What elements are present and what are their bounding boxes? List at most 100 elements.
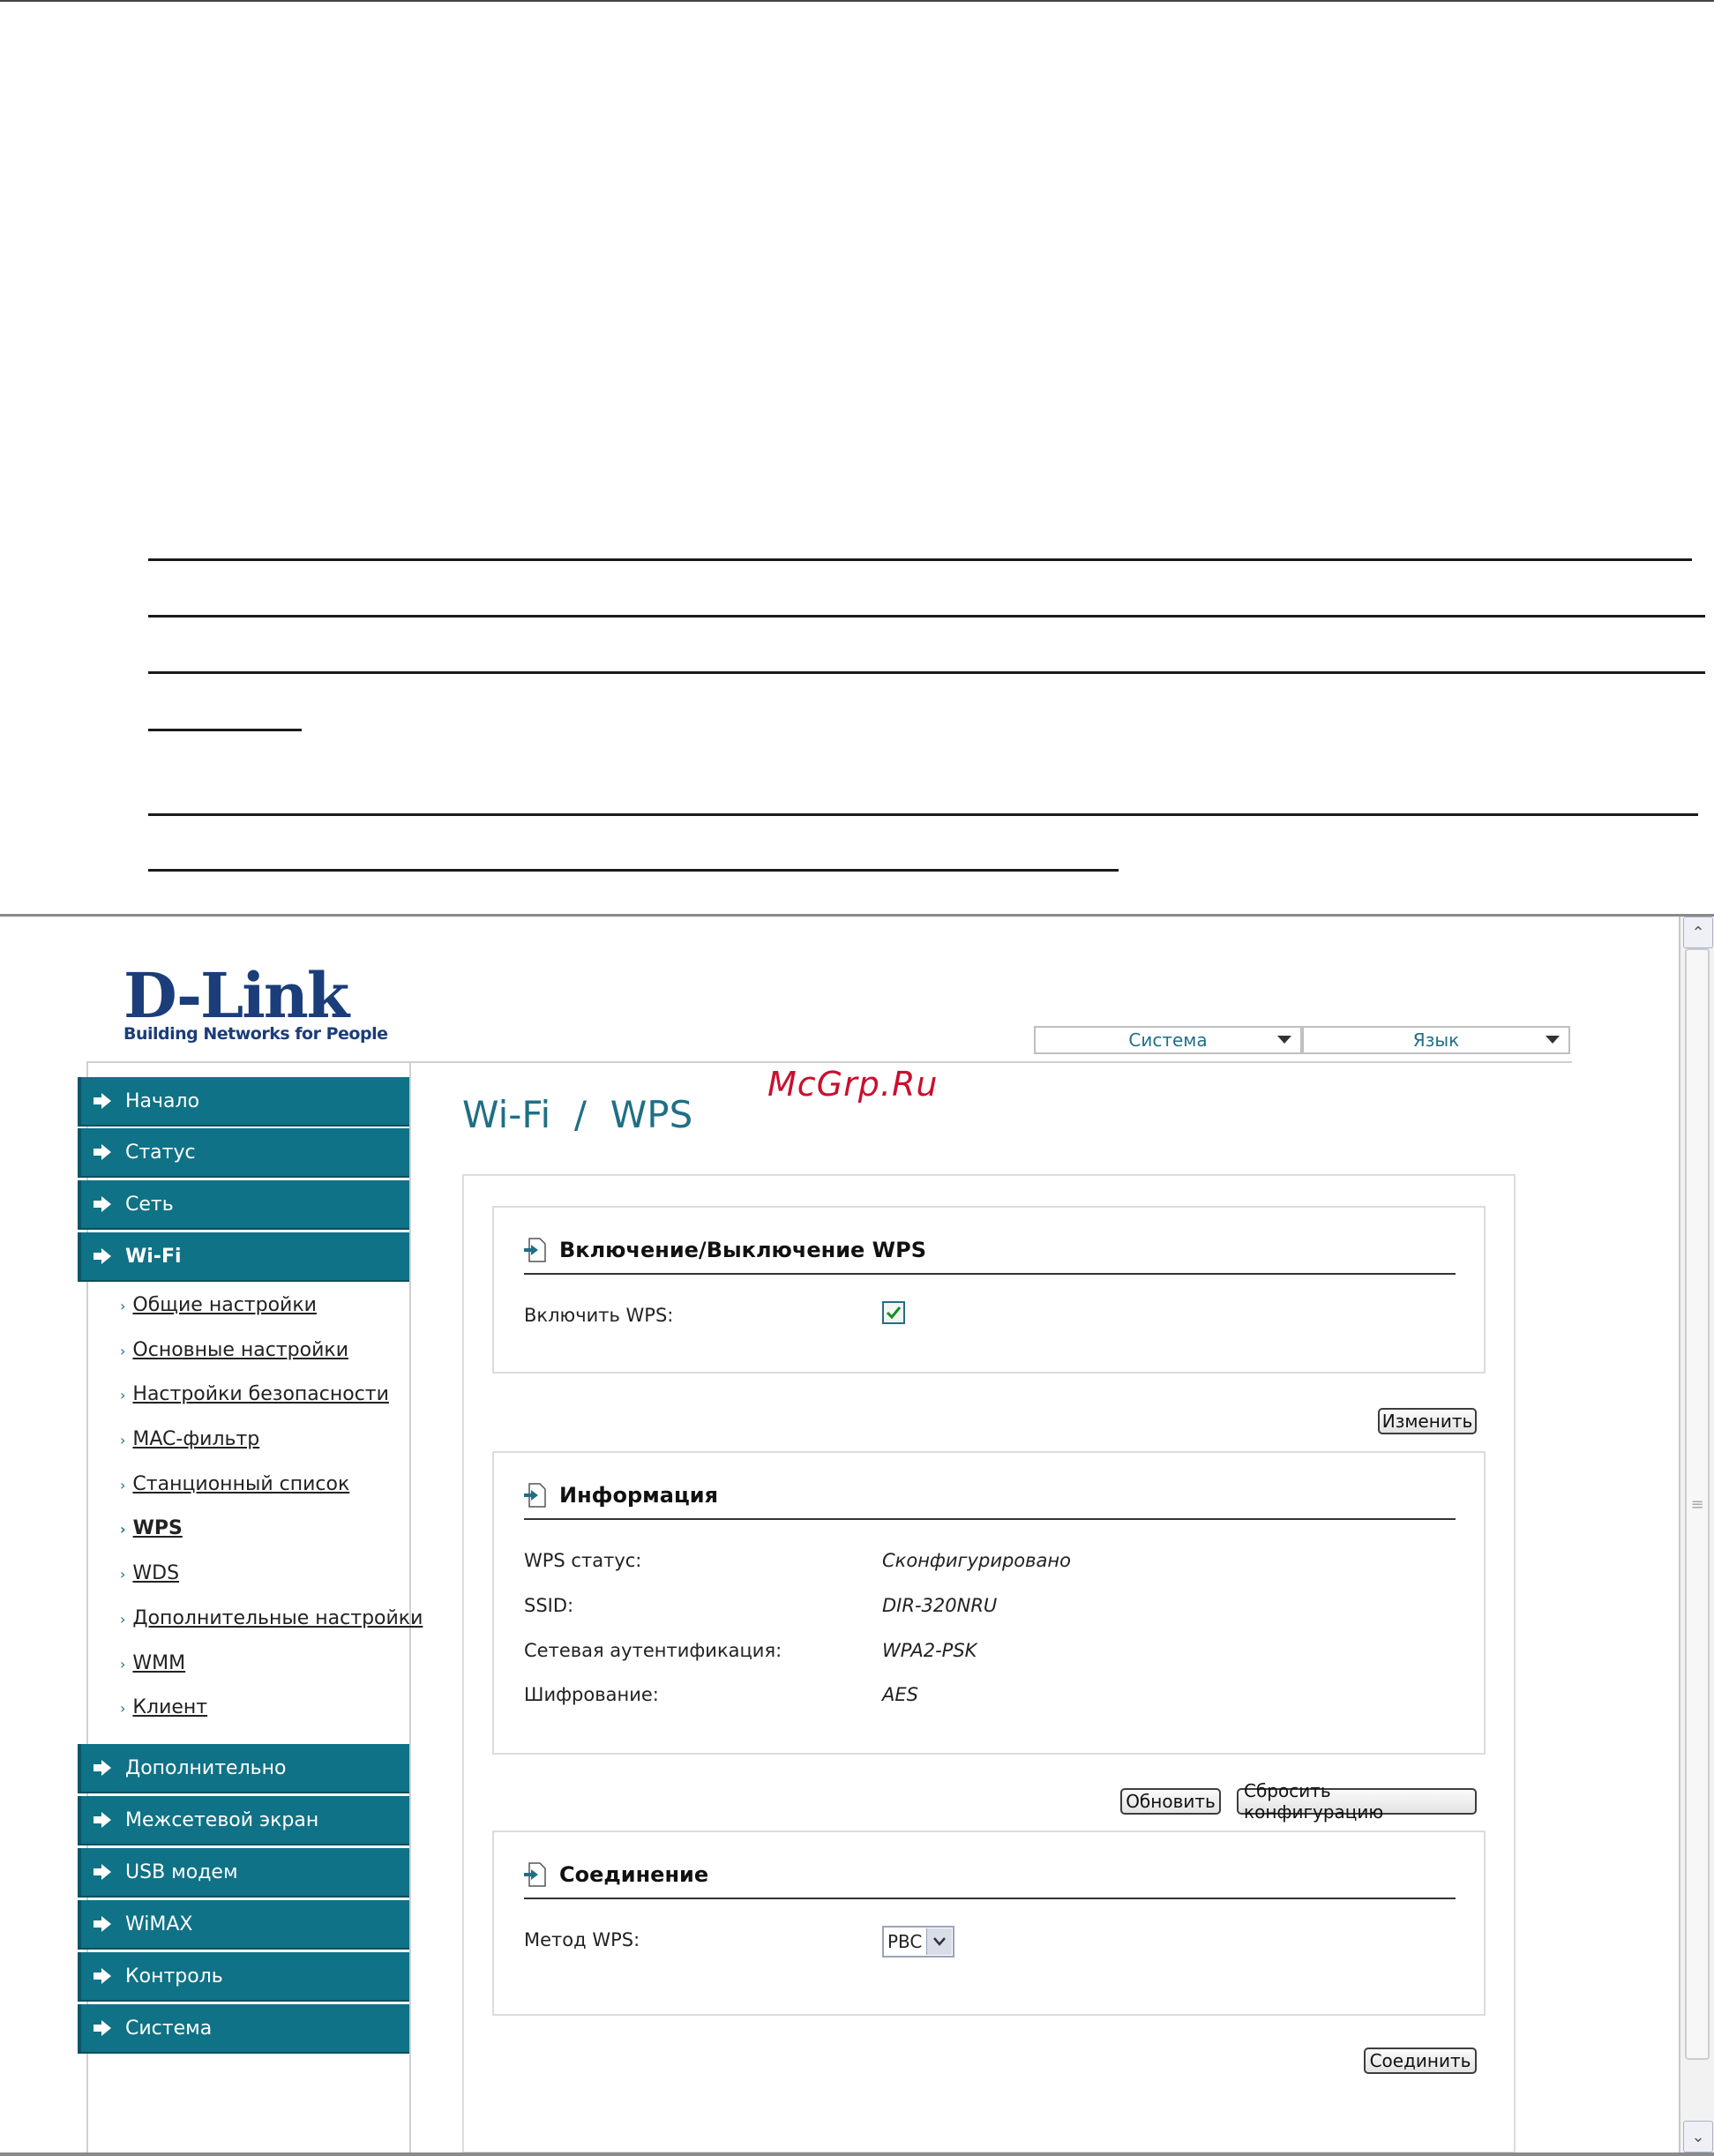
language-menu-dropdown[interactable]: Язык: [1302, 1026, 1570, 1054]
vertical-scrollbar[interactable]: ⌃ ≡ ⌄: [1679, 917, 1714, 2152]
chevron-right-icon: ›: [120, 1298, 126, 1314]
checkmark-icon: [886, 1306, 902, 1320]
subnav-wmm[interactable]: › WMM: [120, 1652, 185, 1674]
subnav-label: Станционный список: [132, 1473, 350, 1495]
document-underline-4: [148, 729, 302, 731]
subnav-general-settings[interactable]: › Общие настройки: [120, 1294, 317, 1316]
enable-wps-checkbox[interactable]: [882, 1301, 905, 1324]
arrow-right-icon: [94, 1248, 120, 1264]
scroll-down-icon[interactable]: ⌄: [1683, 2121, 1713, 2152]
nav-item-wifi[interactable]: Wi-Fi: [78, 1232, 409, 1280]
subnav-label: MAC-фильтр: [132, 1428, 260, 1450]
section-divider: [524, 1898, 1456, 1899]
connect-button[interactable]: Соединить: [1364, 2047, 1477, 2074]
wps-method-select[interactable]: PBC: [882, 1926, 954, 1958]
subnav-wds[interactable]: › WDS: [120, 1562, 179, 1584]
nav-item-home[interactable]: Начало: [78, 1077, 409, 1125]
chevron-right-icon: ›: [120, 1343, 126, 1359]
ssid-value: DIR-320NRU: [882, 1595, 998, 1616]
nav-item-label: Wi-Fi: [125, 1245, 182, 1268]
nav-item-wimax[interactable]: WiMAX: [78, 1900, 409, 1948]
document-arrow-icon: [524, 1862, 547, 1887]
subnav-basic-settings[interactable]: › Основные настройки: [120, 1339, 348, 1361]
nav-item-advanced[interactable]: Дополнительно: [78, 1744, 409, 1792]
document-underline-2: [148, 615, 1705, 618]
chevron-right-icon: ›: [120, 1611, 126, 1628]
subnav-client[interactable]: › Клиент: [120, 1696, 207, 1718]
logo-brand: D-Link: [123, 959, 349, 1032]
section-title-text: Информация: [559, 1483, 718, 1508]
wps-status-label: WPS статус:: [524, 1550, 642, 1571]
subnav-label: WMM: [132, 1652, 186, 1674]
encryption-value: AES: [882, 1684, 918, 1705]
nav-item-label: Дополнительно: [125, 1756, 287, 1779]
apply-button[interactable]: Изменить: [1378, 1408, 1477, 1434]
ssid-label: SSID:: [524, 1595, 574, 1616]
section-divider: [524, 1273, 1456, 1275]
subnav-label: WDS: [132, 1562, 180, 1584]
subnav-mac-filter[interactable]: › MAC-фильтр: [120, 1428, 259, 1450]
chevron-right-icon: ›: [120, 1387, 126, 1404]
subnav-station-list[interactable]: › Станционный список: [120, 1473, 349, 1495]
nav-item-system[interactable]: Система: [78, 2004, 409, 2052]
scrollbar-thumb[interactable]: ≡: [1685, 948, 1710, 2060]
chevron-right-icon: ›: [120, 1700, 126, 1717]
nav-item-label: Межсетевой экран: [125, 1808, 319, 1831]
auth-label: Сетевая аутентификация:: [524, 1640, 782, 1661]
system-menu-dropdown[interactable]: Система: [1034, 1026, 1302, 1054]
browser-window: D-Link Building Networks for People McGr…: [0, 914, 1714, 2156]
arrow-right-icon: [94, 1144, 120, 1160]
section-title: Соединение: [524, 1862, 708, 1887]
section-title-text: Соединение: [559, 1862, 709, 1887]
subnav-wps[interactable]: › WPS: [120, 1517, 183, 1539]
scroll-up-icon[interactable]: ⌃: [1683, 917, 1713, 948]
nav-item-label: USB модем: [125, 1860, 238, 1883]
chevron-down-icon: [926, 1928, 952, 1955]
wps-method-value: PBC: [887, 1931, 923, 1952]
nav-item-label: Начало: [125, 1089, 200, 1112]
document-arrow-icon: [524, 1238, 547, 1262]
page-title: Wi-Fi / WPS: [462, 1093, 693, 1136]
wps-status-value: Сконфигурировано: [882, 1550, 1071, 1571]
chevron-right-icon: ›: [120, 1521, 126, 1538]
arrow-right-icon: [94, 1093, 120, 1109]
encryption-label: Шифрование:: [524, 1684, 659, 1705]
dropdown-arrow-icon: [1277, 1036, 1291, 1044]
arrow-right-icon: [94, 1968, 120, 1984]
subnav-security-settings[interactable]: › Настройки безопасности: [120, 1383, 389, 1405]
nav-item-label: Система: [125, 2017, 213, 2040]
language-menu-label: Язык: [1412, 1029, 1460, 1051]
subnav-label: Настройки безопасности: [132, 1383, 389, 1405]
arrow-right-icon: [94, 1916, 120, 1932]
nav-item-firewall[interactable]: Межсетевой экран: [78, 1796, 409, 1844]
nav-item-network[interactable]: Сеть: [78, 1180, 409, 1228]
nav-item-label: Сеть: [125, 1193, 174, 1216]
document-arrow-icon: [524, 1483, 547, 1508]
dlink-logo: D-Link Building Networks for People: [123, 959, 388, 1044]
nav-item-label: Статус: [125, 1141, 196, 1164]
document-underline-6: [148, 869, 1119, 872]
arrow-right-icon: [94, 1812, 120, 1828]
info-section: Информация WPS статус: Сконфигурировано …: [492, 1451, 1486, 1755]
arrow-right-icon: [94, 1760, 120, 1776]
arrow-right-icon: [94, 2020, 120, 2036]
chevron-right-icon: ›: [120, 1656, 126, 1673]
nav-item-control[interactable]: Контроль: [78, 1952, 409, 2000]
nav-item-usb-modem[interactable]: USB модем: [78, 1848, 409, 1896]
chevron-right-icon: ›: [120, 1477, 126, 1493]
arrow-right-icon: [94, 1864, 120, 1880]
subnav-label: Дополнительные настройки: [132, 1607, 423, 1629]
nav-item-status[interactable]: Статус: [78, 1128, 409, 1176]
nav-item-label: WiMAX: [125, 1913, 193, 1935]
reset-config-button[interactable]: Сбросить конфигурацию: [1237, 1780, 1477, 1823]
logo-tagline: Building Networks for People: [123, 1024, 388, 1044]
chevron-right-icon: ›: [120, 1566, 126, 1583]
section-title-text: Включение/Выключение WPS: [559, 1238, 927, 1262]
subnav-label: Основные настройки: [132, 1339, 348, 1361]
refresh-button[interactable]: Обновить: [1120, 1788, 1221, 1815]
nav-item-label: Контроль: [125, 1965, 223, 1988]
subnav-advanced-settings[interactable]: › Дополнительные настройки: [120, 1607, 423, 1629]
enable-wps-label: Включить WPS:: [524, 1305, 674, 1326]
document-top-border: [0, 0, 1714, 2]
subnav-label: WPS: [132, 1517, 183, 1539]
